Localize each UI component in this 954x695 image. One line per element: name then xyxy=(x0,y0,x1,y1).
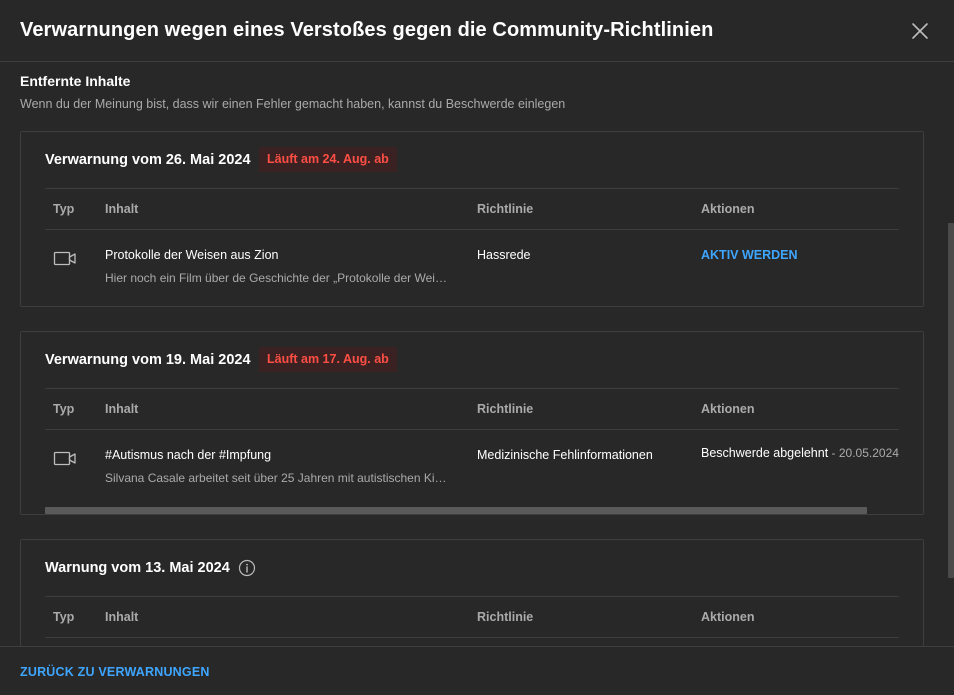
dialog-header: Verwarnungen wegen eines Verstoßes gegen… xyxy=(0,0,954,62)
back-to-strikes-link[interactable]: ZURÜCK ZU VERWARNUNGEN xyxy=(20,665,210,679)
column-policy: Richtlinie xyxy=(477,202,534,216)
column-actions: Aktionen xyxy=(701,202,755,216)
column-content: Inhalt xyxy=(105,610,139,624)
column-type: Typ xyxy=(53,610,75,624)
video-description: Silvana Casale arbeitet seit über 25 Jah… xyxy=(105,471,451,485)
table-header: Typ Inhalt Richtlinie Aktionen xyxy=(45,188,899,230)
vertical-scrollbar-thumb[interactable] xyxy=(948,223,954,578)
table-header: Typ Inhalt Richtlinie Aktionen xyxy=(45,596,899,638)
strike-card: Verwarnung vom 19. Mai 2024 Läuft am 17.… xyxy=(20,331,924,515)
column-type: Typ xyxy=(53,202,75,216)
column-policy: Richtlinie xyxy=(477,610,534,624)
strike-card: Verwarnung vom 26. Mai 2024 Läuft am 24.… xyxy=(20,131,924,307)
column-content: Inhalt xyxy=(105,402,139,416)
appeal-status: Beschwerde abgelehnt - 20.05.2024 xyxy=(701,446,899,460)
policy-name: Medizinische Fehlinformationen xyxy=(477,448,653,462)
strike-title: Verwarnung vom 19. Mai 2024 xyxy=(45,352,251,368)
strike-title: Verwarnung vom 26. Mai 2024 xyxy=(45,152,251,168)
take-action-link[interactable]: AKTIV WERDEN xyxy=(701,248,798,262)
expiry-badge: Läuft am 17. Aug. ab xyxy=(259,347,397,372)
column-actions: Aktionen xyxy=(701,402,755,416)
table-row: Protokolle der Weisen aus Zion Hier noch… xyxy=(45,230,899,300)
column-content: Inhalt xyxy=(105,202,139,216)
warning-title: Warnung vom 13. Mai 2024 xyxy=(45,560,230,576)
table-row: #Autismus nach der #Impfung Silvana Casa… xyxy=(45,430,899,500)
appeal-date: - 20.05.2024 xyxy=(828,446,899,460)
section-subtitle: Wenn du der Meinung bist, dass wir einen… xyxy=(20,97,566,111)
dialog-content[interactable]: Entfernte Inhalte Wenn du der Meinung bi… xyxy=(0,62,954,646)
strikes-dialog: Verwarnungen wegen eines Verstoßes gegen… xyxy=(0,0,954,695)
dialog-footer: ZURÜCK ZU VERWARNUNGEN xyxy=(0,646,954,695)
info-icon[interactable] xyxy=(238,559,256,577)
policy-name: Hassrede xyxy=(477,248,531,262)
horizontal-scrollbar[interactable] xyxy=(45,507,867,514)
close-button[interactable] xyxy=(906,17,934,45)
video-camera-icon xyxy=(53,250,77,268)
video-camera-icon xyxy=(53,450,77,468)
table-header: Typ Inhalt Richtlinie Aktionen xyxy=(45,388,899,430)
dialog-title: Verwarnungen wegen eines Verstoßes gegen… xyxy=(20,19,714,41)
column-policy: Richtlinie xyxy=(477,402,534,416)
video-title[interactable]: #Autismus nach der #Impfung xyxy=(105,448,271,462)
warning-card: Warnung vom 13. Mai 2024 Typ Inhalt Rich… xyxy=(20,539,924,646)
section-title: Entfernte Inhalte xyxy=(20,73,131,89)
appeal-status-label: Beschwerde abgelehnt xyxy=(701,446,829,460)
video-title[interactable]: Protokolle der Weisen aus Zion xyxy=(105,248,278,262)
close-icon xyxy=(912,23,928,39)
column-type: Typ xyxy=(53,402,75,416)
expiry-badge: Läuft am 24. Aug. ab xyxy=(259,147,397,172)
column-actions: Aktionen xyxy=(701,610,755,624)
video-description: Hier noch ein Film über de Geschichte de… xyxy=(105,271,451,285)
